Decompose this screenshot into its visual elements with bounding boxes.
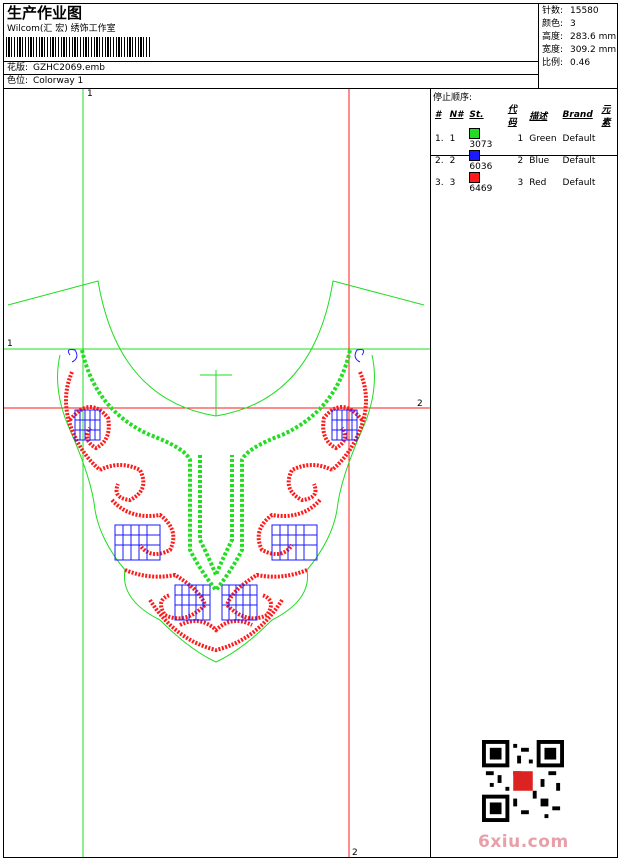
seal-stamp <box>513 771 533 791</box>
guide-marker-bottom: 2 <box>352 848 358 858</box>
embroidery-canvas: 1 1 2 2 <box>4 89 430 858</box>
guide-marker-left: 1 <box>7 339 13 349</box>
qr-code <box>482 740 564 822</box>
guide-lines <box>4 89 430 857</box>
guide-marker-right: 2 <box>417 399 423 409</box>
watermark: 6xiu.com <box>478 832 569 852</box>
guide-marker-top: 1 <box>87 89 93 99</box>
